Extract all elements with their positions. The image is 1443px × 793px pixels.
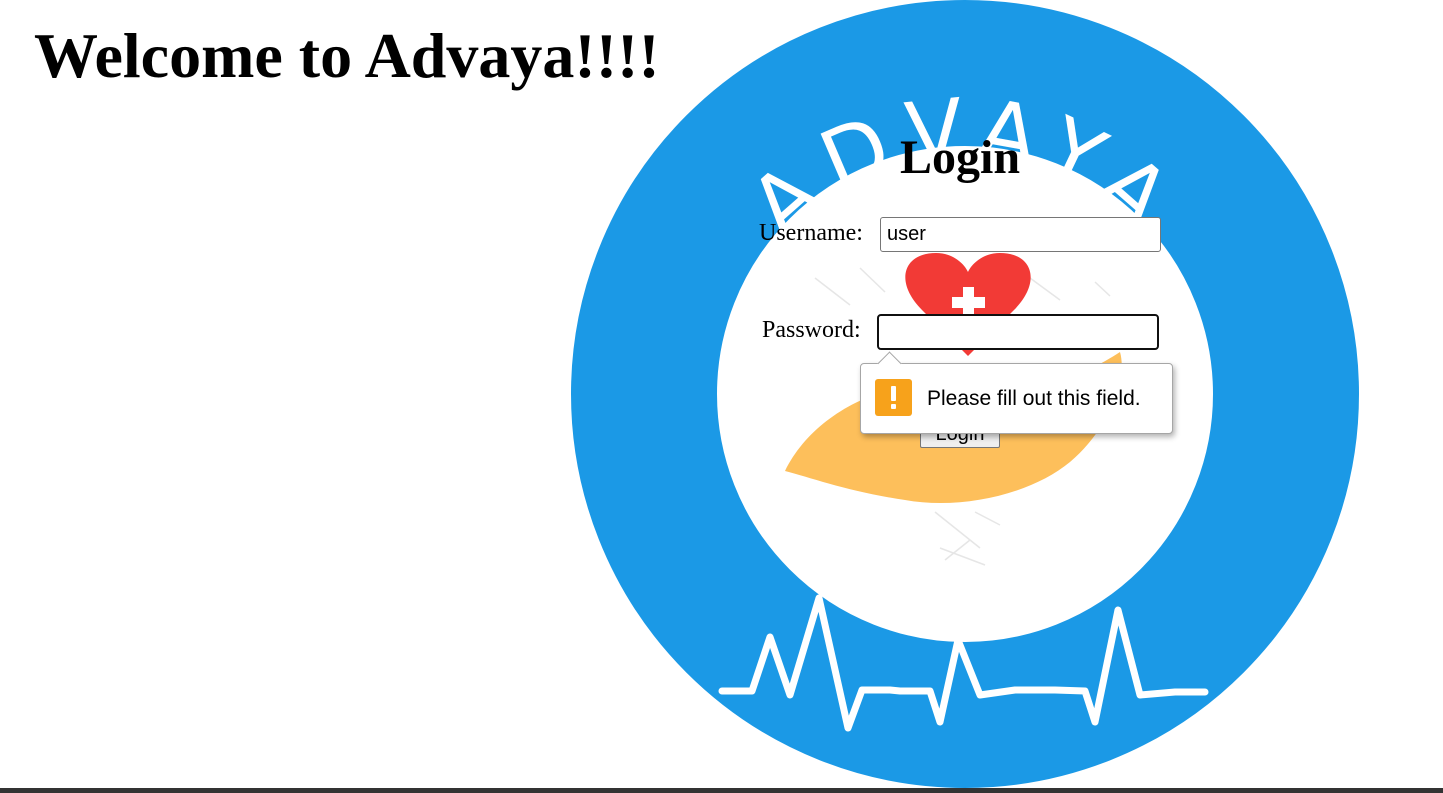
- bottom-divider: [0, 788, 1443, 793]
- validation-message: Please fill out this field.: [927, 387, 1141, 410]
- username-label: Username:: [759, 220, 863, 246]
- login-title: Login: [899, 131, 1021, 184]
- password-input[interactable]: [877, 314, 1159, 350]
- warning-icon: [875, 379, 912, 416]
- username-input[interactable]: [880, 217, 1161, 252]
- password-label: Password:: [762, 317, 861, 343]
- validation-tooltip: Please fill out this field.: [860, 351, 1173, 434]
